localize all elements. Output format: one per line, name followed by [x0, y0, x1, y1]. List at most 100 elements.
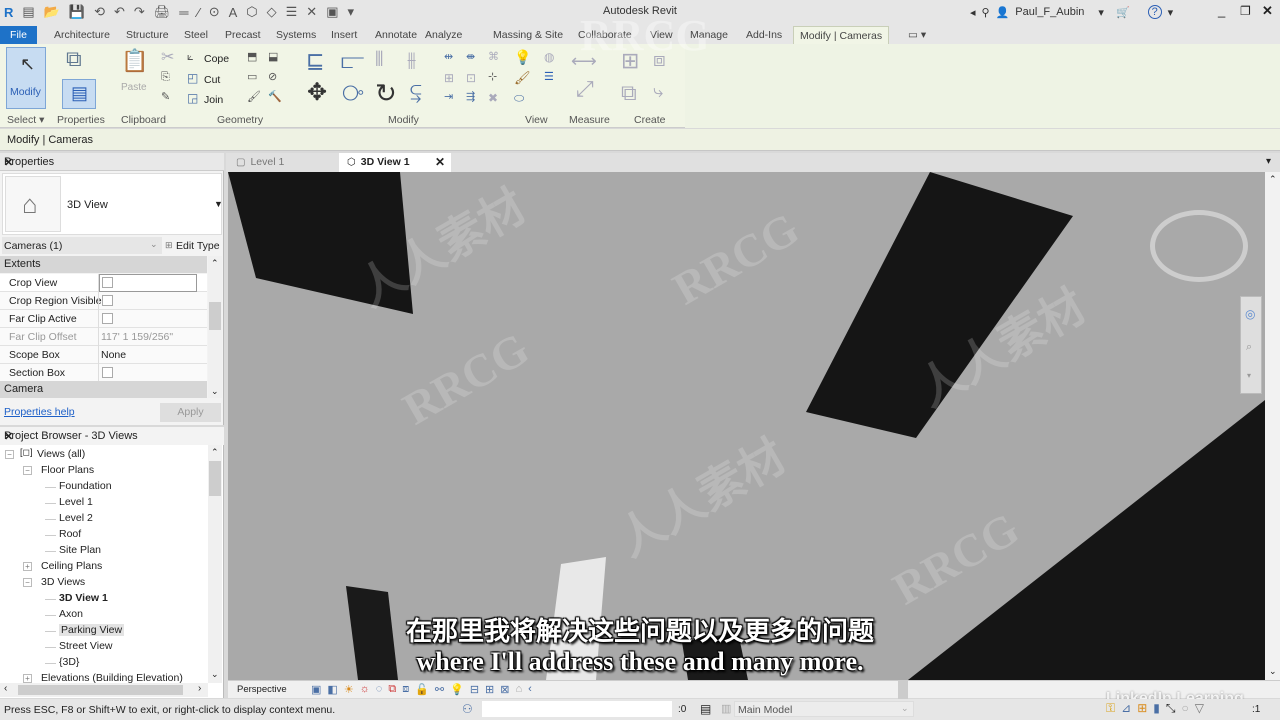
match-type-icon[interactable]: ✎	[161, 92, 170, 103]
override-graphics-icon[interactable]: 🖌	[514, 71, 531, 84]
ribbon-tab-massing-site[interactable]: Massing & Site	[487, 26, 569, 44]
split-face-icon[interactable]: ⬒	[247, 52, 257, 63]
scroll-left-icon[interactable]: ◂	[970, 6, 976, 19]
sun-path-icon[interactable]: ☀	[344, 683, 354, 696]
projection-mode[interactable]: Perspective	[237, 684, 287, 695]
create-group-icon[interactable]: ⊞	[621, 50, 639, 72]
lightbulb-icon[interactable]: 💡	[514, 50, 531, 64]
hammer-icon[interactable]: 🔨	[268, 92, 282, 103]
scroll-up-icon[interactable]: ⌃	[211, 447, 219, 458]
create-similar-icon[interactable]: ⤷	[653, 82, 663, 100]
tab-menu-icon[interactable]: ▾	[1266, 156, 1271, 167]
ribbon-tab-insert[interactable]: Insert	[325, 26, 363, 44]
scroll-right-icon[interactable]: ›	[198, 683, 201, 694]
binoculars-icon[interactable]: ⚲	[982, 6, 990, 19]
3d-viewport[interactable]: ◎ ⌕ ▾ 人人素材 RRCG RRCG 人人素材 人人素材 RRCG	[228, 172, 1265, 680]
type-selector[interactable]: ⌂ 3D View ▼	[2, 173, 223, 235]
align-icon[interactable]: ⊑	[306, 50, 324, 72]
trim-multiple-icon[interactable]: ⇶	[466, 92, 475, 103]
cope-button[interactable]: Cope	[204, 53, 229, 65]
ribbon-tab-view[interactable]: View	[644, 26, 679, 44]
hide-icon[interactable]: ◍	[544, 51, 554, 63]
scale-icon[interactable]: ⊡	[466, 72, 476, 84]
array-icon[interactable]: ⊞	[444, 72, 454, 84]
edit-type-button[interactable]: ⊞ Edit Type	[165, 237, 221, 254]
scroll-left-icon[interactable]: ‹	[4, 683, 7, 694]
select-by-face-icon[interactable]: ▮	[1153, 701, 1160, 716]
mirror-pick-axis-icon[interactable]: ⫴	[375, 50, 383, 70]
browser-item[interactable]: Foundation	[59, 480, 112, 492]
expand-icon[interactable]: +	[23, 562, 32, 571]
workset-input[interactable]	[482, 701, 672, 717]
detail-level-icon[interactable]: ▣	[311, 683, 321, 696]
copy-element-icon[interactable]: ⧂	[342, 82, 364, 104]
move-icon[interactable]: ✥	[307, 81, 327, 105]
create-parts-icon[interactable]: ⧉	[621, 82, 637, 104]
tab-close-icon[interactable]: ✕	[435, 153, 445, 172]
restore-button[interactable]: ❐	[1240, 4, 1251, 18]
scroll-thumb[interactable]	[209, 302, 221, 330]
ribbon-tab-systems[interactable]: Systems	[270, 26, 322, 44]
view-filter-icon[interactable]: ⬭	[514, 92, 524, 104]
linework-icon[interactable]: ☰	[544, 72, 554, 83]
highlight-displacement-icon[interactable]: ⊠	[500, 683, 509, 696]
user-name[interactable]: Paul_F_Aubin	[1015, 6, 1084, 18]
ribbon-tab-add-ins[interactable]: Add-Ins	[740, 26, 788, 44]
cart-icon[interactable]: 🛒	[1116, 6, 1130, 19]
cut-clipboard-icon[interactable]: ✂	[161, 50, 174, 66]
scroll-thumb[interactable]	[209, 461, 221, 496]
ribbon-tab-analyze[interactable]: Analyze	[419, 26, 468, 44]
reveal-hidden-icon[interactable]: 💡	[450, 683, 464, 696]
collapse-icon[interactable]: −	[23, 578, 32, 587]
show-crop-icon[interactable]: ⧈	[402, 683, 409, 696]
paint-brush-icon[interactable]: 🖌	[247, 92, 261, 103]
select-pinned-icon[interactable]: ⊞	[1137, 701, 1147, 716]
browser-item[interactable]: Site Plan	[59, 544, 101, 556]
delete-icon[interactable]: ✖	[488, 92, 498, 104]
cut-button[interactable]: Cut	[204, 74, 220, 86]
steering-wheel-icon[interactable]: ◎	[1245, 307, 1255, 321]
paste-icon[interactable]: 📋	[121, 50, 148, 72]
design-options-icon[interactable]: ▤	[700, 702, 711, 716]
constraints-icon[interactable]: ⌂	[515, 683, 522, 696]
unpin-icon[interactable]: ⌘	[488, 52, 499, 63]
drag-on-selection-icon[interactable]: ⤡	[1166, 701, 1176, 716]
property-checkbox[interactable]	[102, 313, 113, 324]
ribbon-tab-precast[interactable]: Precast	[219, 26, 267, 44]
select-underlay-icon[interactable]: ⊿	[1121, 701, 1131, 716]
split-element-icon[interactable]: ⇹	[444, 52, 453, 63]
modify-button[interactable]: ↖ Modify	[6, 47, 46, 109]
demolish-icon[interactable]: ⊘	[268, 72, 277, 83]
active-model-select[interactable]: Main Model ⌄	[734, 701, 914, 717]
visual-style-icon[interactable]: ◧	[327, 683, 337, 696]
scroll-up-icon[interactable]: ⌃	[1269, 174, 1277, 185]
viewport-scrollbar[interactable]: ⌃ ⌄	[1265, 172, 1280, 680]
browser-hscrollbar[interactable]: ‹ ›	[0, 683, 208, 697]
ribbon-tab-collaborate[interactable]: Collaborate	[572, 26, 638, 44]
browser-item[interactable]: Views (all)	[37, 448, 85, 460]
group-extents[interactable]: Extents	[0, 256, 207, 273]
property-checkbox[interactable]	[102, 367, 113, 378]
ribbon-tab-structure[interactable]: Structure	[120, 26, 175, 44]
browser-item[interactable]: Level 2	[59, 512, 93, 524]
browser-item[interactable]: Level 1	[59, 496, 93, 508]
ribbon-tab-manage[interactable]: Manage	[684, 26, 734, 44]
help-icon[interactable]: ?	[1147, 5, 1162, 19]
crop-view-icon[interactable]: ⧉	[388, 683, 396, 696]
zoom-region-icon[interactable]: ⌕	[1246, 341, 1252, 354]
user-dropdown-icon[interactable]: ▾	[1098, 6, 1104, 19]
offset-icon[interactable]: ⫍	[341, 50, 364, 72]
close-button[interactable]: ✕	[1262, 3, 1273, 19]
property-value[interactable]: None	[101, 349, 126, 361]
shadows-icon[interactable]: ☼	[360, 683, 370, 696]
scroll-down-icon[interactable]: ⌄	[211, 386, 219, 397]
tab-level-1[interactable]: ▢ Level 1	[228, 153, 338, 172]
worksets-icon[interactable]: ⚇	[462, 702, 473, 716]
editable-only-icon[interactable]: ▥	[721, 702, 731, 715]
pin-icon[interactable]: ⊹	[488, 72, 497, 83]
browser-item[interactable]: 3D Views	[41, 576, 85, 588]
scroll-thumb[interactable]	[18, 685, 183, 695]
apply-button[interactable]: Apply	[160, 403, 221, 422]
instance-filter[interactable]: Cameras (1) ⌄	[2, 237, 162, 254]
property-checkbox[interactable]	[102, 295, 113, 306]
